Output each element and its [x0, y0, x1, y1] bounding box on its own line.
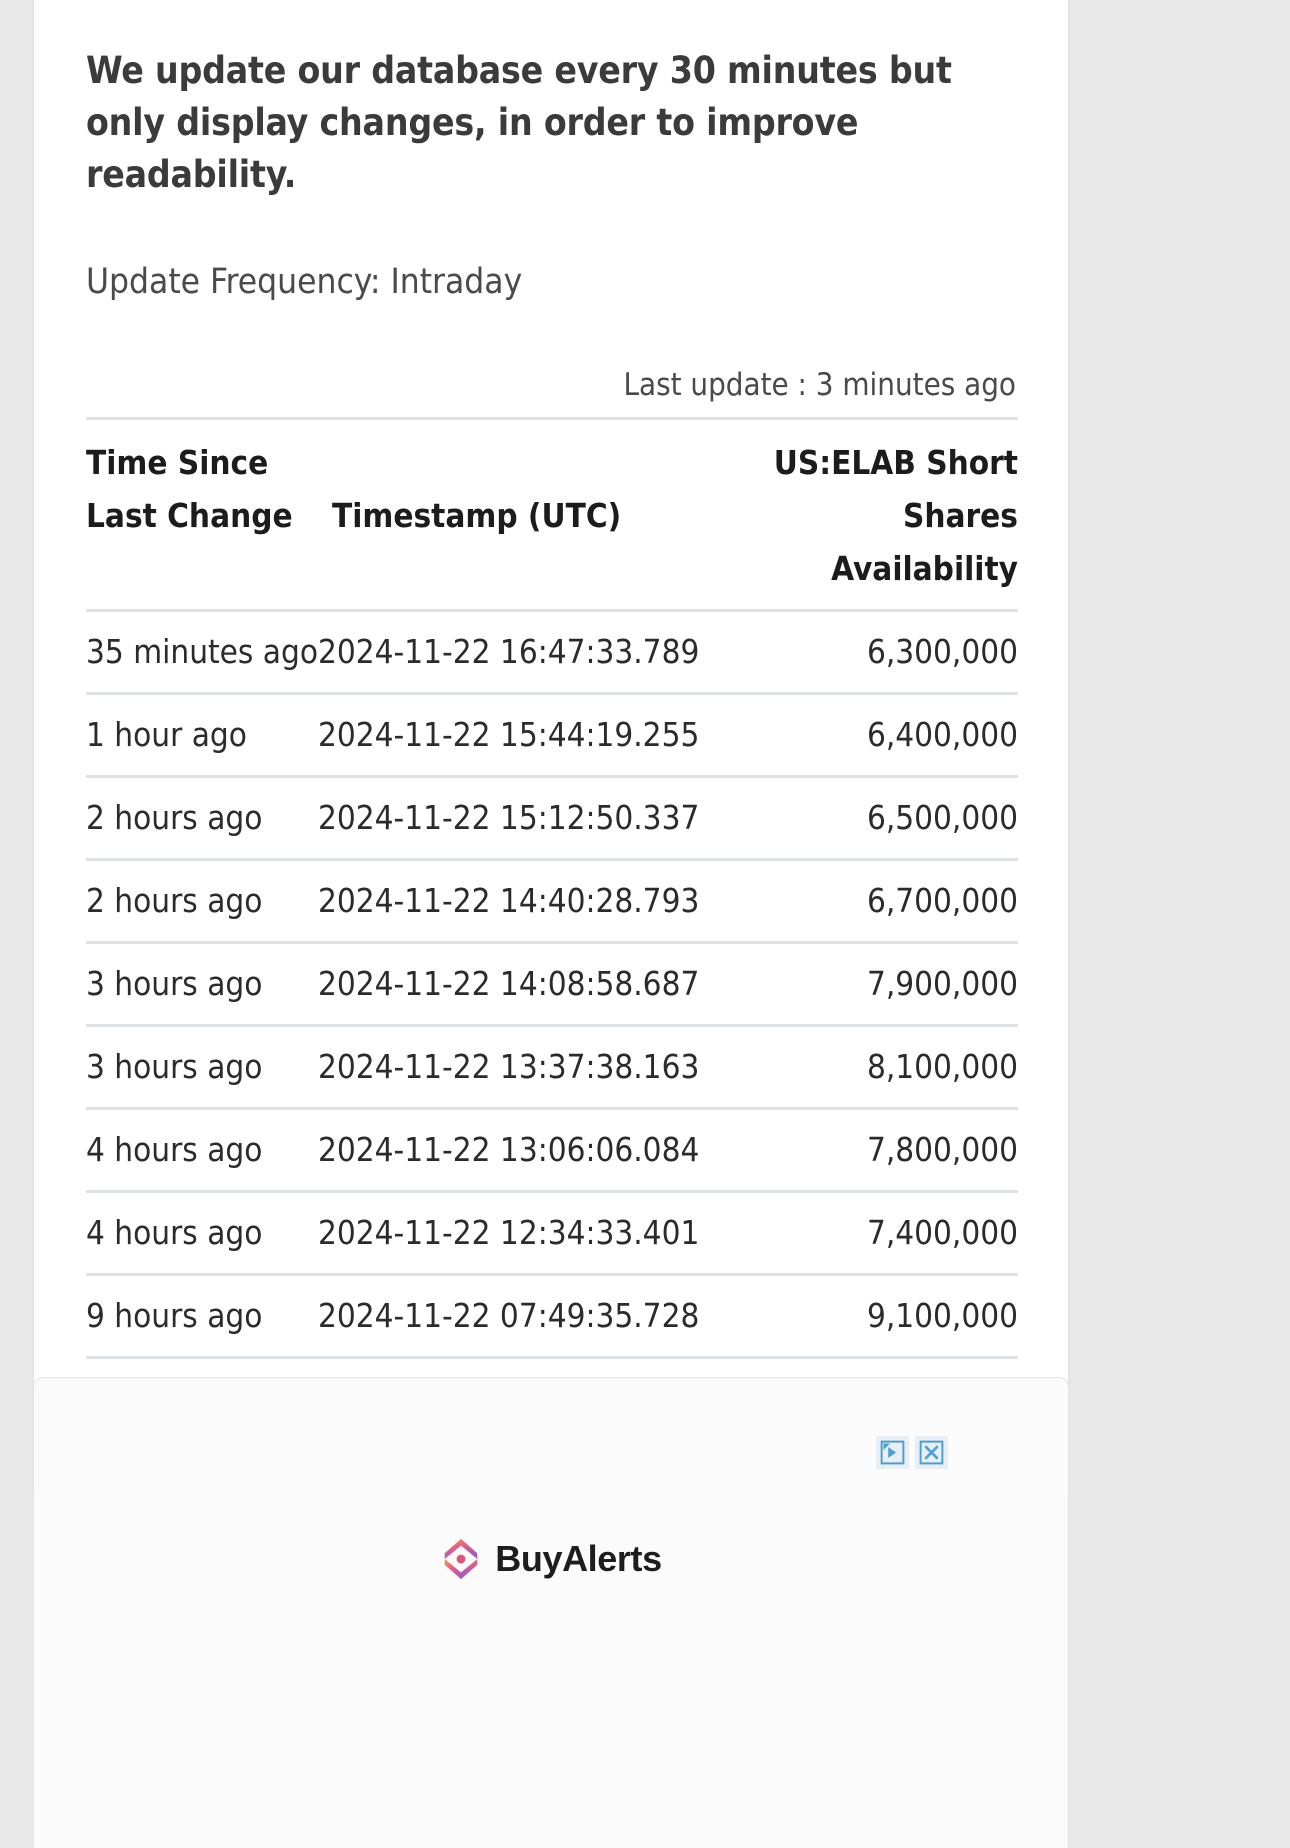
- table-row: 2 hours ago 2024-11-22 14:40:28.793 6,700,…: [86, 859, 1018, 944]
- cell-time-since: 35 minutes ago: [86, 610, 318, 695]
- cell-timestamp: 2024-11-22 13:37:38.163: [318, 1025, 708, 1110]
- cell-availability: 6,300,000: [708, 610, 1018, 695]
- column-header-availability: US:ELAB Short Shares Availability: [708, 417, 1018, 612]
- short-shares-availability-table: Time Since Last Change Timestamp (UTC) U…: [86, 417, 1018, 1439]
- table-header: Time Since Last Change Timestamp (UTC) U…: [86, 417, 1018, 612]
- cell-time-since: 2 hours ago: [86, 859, 318, 944]
- cell-availability: 8,100,000: [708, 1025, 1018, 1110]
- last-update-label: Last update : 3 minutes ago: [623, 367, 1016, 403]
- table-header-row: Time Since Last Change Timestamp (UTC) U…: [86, 417, 1018, 612]
- column-header-time-since-line2: Last Change: [86, 496, 293, 535]
- cell-timestamp: 2024-11-22 07:49:35.728: [318, 1274, 708, 1359]
- column-header-timestamp-label: Timestamp (UTC): [332, 496, 622, 535]
- page-root: We update our database every 30 minutes …: [0, 0, 1290, 1848]
- table-row: 35 minutes ago 2024-11-22 16:47:33.789 6,3…: [86, 610, 1018, 695]
- cell-availability: 9,100,000: [708, 1274, 1018, 1359]
- cell-timestamp: 2024-11-22 14:40:28.793: [318, 859, 708, 944]
- table-row: 3 hours ago 2024-11-22 13:37:38.163 8,100,…: [86, 1025, 1018, 1110]
- table-row: 9 hours ago 2024-11-22 07:49:35.728 9,100,…: [86, 1274, 1018, 1359]
- close-icon[interactable]: [915, 1436, 948, 1469]
- adchoices-icon[interactable]: [876, 1436, 909, 1469]
- page-gutter-left: [0, 0, 33, 1848]
- cell-availability: 7,900,000: [708, 942, 1018, 1027]
- column-header-time-since-line1: Time Since: [86, 443, 269, 482]
- cell-time-since: 4 hours ago: [86, 1191, 318, 1276]
- table-row: 4 hours ago 2024-11-22 13:06:06.084 7,800,…: [86, 1108, 1018, 1193]
- table-body: 35 minutes ago 2024-11-22 16:47:33.789 6,3…: [86, 610, 1018, 1440]
- cell-time-since: 4 hours ago: [86, 1108, 318, 1193]
- column-header-time-since: Time Since Last Change: [86, 417, 318, 612]
- column-header-timestamp: Timestamp (UTC): [318, 417, 708, 612]
- ad-brand-row[interactable]: BuyAlerts: [34, 1536, 1068, 1582]
- cell-time-since: 9 hours ago: [86, 1274, 318, 1359]
- cell-timestamp: 2024-11-22 15:44:19.255: [318, 693, 708, 778]
- cell-availability: 6,700,000: [708, 859, 1018, 944]
- cell-availability: 7,800,000: [708, 1108, 1018, 1193]
- page-gutter-right: [1257, 0, 1290, 1848]
- cell-time-since: 2 hours ago: [86, 776, 318, 861]
- table-row: 2 hours ago 2024-11-22 15:12:50.337 6,500,…: [86, 776, 1018, 861]
- cell-availability: 6,400,000: [708, 693, 1018, 778]
- cell-timestamp: 2024-11-22 15:12:50.337: [318, 776, 708, 861]
- cell-availability: 6,500,000: [708, 776, 1018, 861]
- buyalerts-diamond-icon: [440, 1536, 482, 1582]
- table-row: 3 hours ago 2024-11-22 14:08:58.687 7,900,…: [86, 942, 1018, 1027]
- table-row: 4 hours ago 2024-11-22 12:34:33.401 7,400,…: [86, 1191, 1018, 1276]
- cell-timestamp: 2024-11-22 13:06:06.084: [318, 1108, 708, 1193]
- cell-time-since: 3 hours ago: [86, 942, 318, 1027]
- cell-time-since: 1 hour ago: [86, 693, 318, 778]
- card-content: We update our database every 30 minutes …: [34, 0, 1068, 1439]
- column-header-availability-line2: Availability: [831, 549, 1018, 588]
- short-shares-availability-card: We update our database every 30 minutes …: [33, 0, 1069, 1500]
- cell-timestamp: 2024-11-22 14:08:58.687: [318, 942, 708, 1027]
- cell-availability: 7,400,000: [708, 1191, 1018, 1276]
- column-header-timestamp-spacer: [332, 436, 708, 489]
- ad-controls: [876, 1436, 948, 1469]
- cell-timestamp: 2024-11-22 16:47:33.789: [318, 610, 708, 695]
- update-frequency-text: Update Frequency: Intraday: [86, 262, 523, 302]
- intro-headline: We update our database every 30 minutes …: [86, 49, 952, 196]
- cell-timestamp: 2024-11-22 12:34:33.401: [318, 1191, 708, 1276]
- column-header-availability-line1: US:ELAB Short Shares: [773, 443, 1018, 535]
- ad-brand-name: BuyAlerts: [495, 1538, 662, 1579]
- advertisement-card: BuyAlerts: [33, 1377, 1069, 1848]
- cell-time-since: 3 hours ago: [86, 1025, 318, 1110]
- table-row: 1 hour ago 2024-11-22 15:44:19.255 6,400,0…: [86, 693, 1018, 778]
